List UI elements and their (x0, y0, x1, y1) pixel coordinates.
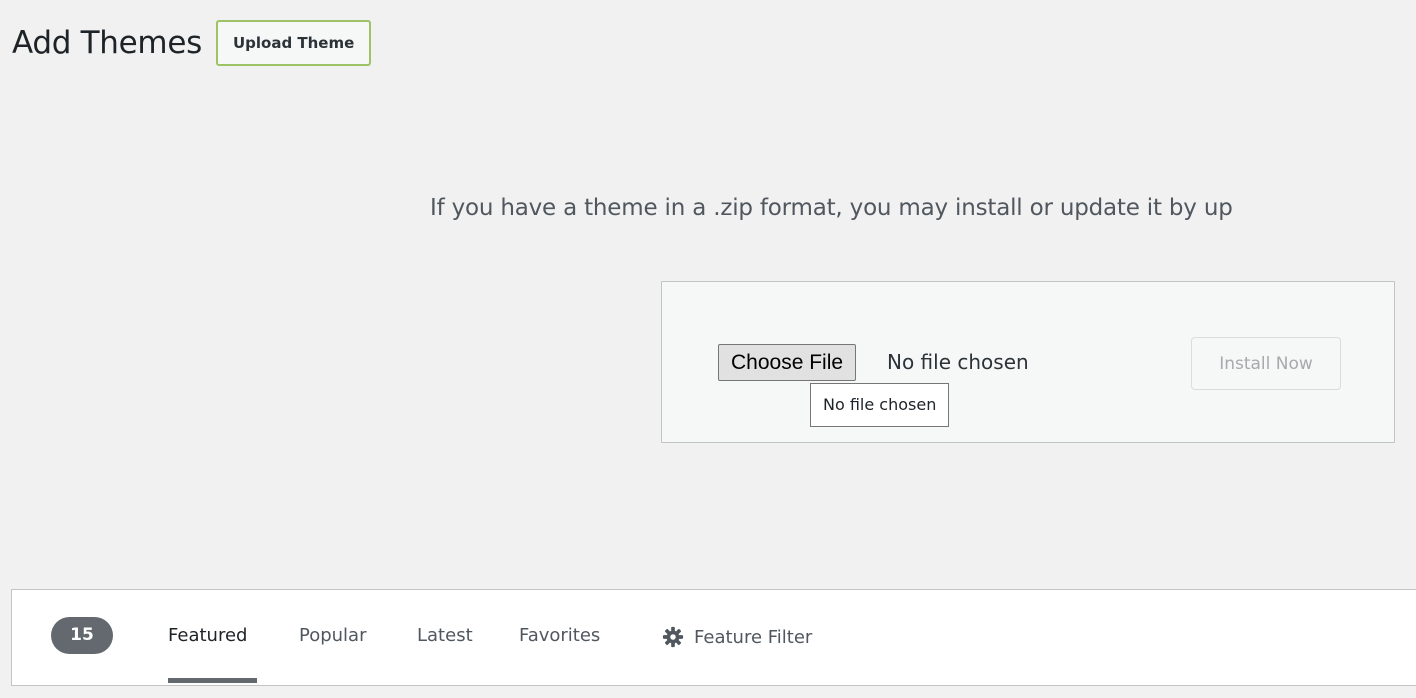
install-now-button[interactable]: Install Now (1191, 337, 1341, 390)
tab-favorites[interactable]: Favorites (519, 617, 600, 657)
gear-icon (662, 626, 684, 648)
feature-filter-label: Feature Filter (694, 626, 813, 648)
tab-latest[interactable]: Latest (417, 617, 473, 657)
page-title: Add Themes (12, 25, 202, 61)
feature-filter-button[interactable]: Feature Filter (662, 617, 812, 657)
tab-popular[interactable]: Popular (299, 617, 367, 657)
upload-theme-button[interactable]: Upload Theme (215, 20, 372, 66)
upload-form: Choose File No file chosen No file chose… (661, 281, 1395, 443)
theme-filter-bar: 15 Featured Popular Latest Favorites Fea… (11, 589, 1416, 686)
active-tab-indicator (168, 678, 257, 683)
upload-instructions: If you have a theme in a .zip format, yo… (430, 195, 1233, 221)
choose-file-button[interactable]: Choose File (718, 344, 857, 381)
file-status-text: No file chosen (887, 350, 1029, 374)
theme-count-badge: 15 (51, 617, 113, 654)
tab-featured[interactable]: Featured (168, 617, 247, 657)
file-tooltip: No file chosen (810, 383, 950, 427)
add-themes-page: Add Themes Upload Theme If you have a th… (0, 0, 1416, 698)
page-header: Add Themes Upload Theme (12, 18, 372, 68)
